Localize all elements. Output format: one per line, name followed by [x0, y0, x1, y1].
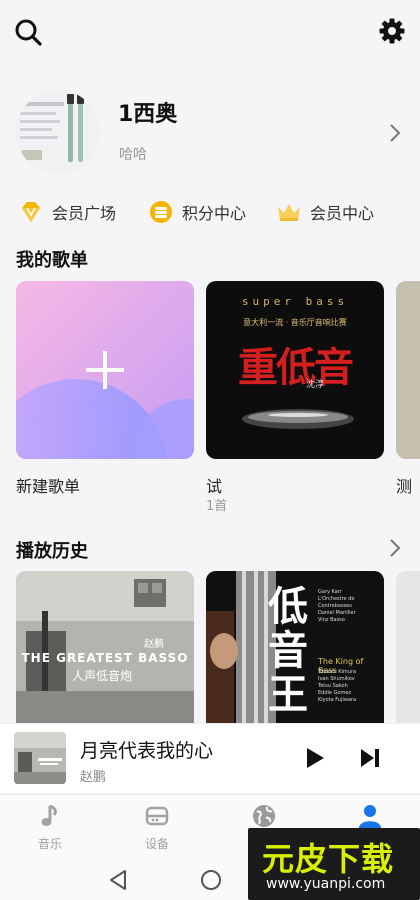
chevron-right-icon[interactable]: [388, 537, 402, 559]
credit-line: Daniel Marillier: [318, 610, 356, 616]
credit-line: Ivan Shumikov: [318, 676, 355, 682]
music-note-icon: [41, 804, 57, 826]
history-cover-artist: 赵鹏: [144, 639, 164, 650]
history-card-partial[interactable]: [396, 571, 420, 723]
quick-link-member-plaza[interactable]: 会员广场: [18, 198, 116, 226]
quick-link-label: 会员广场: [52, 204, 117, 223]
my-playlists-title: 我的歌单: [16, 250, 88, 271]
history-cover-credits: Gary Karr L'Orchestre de Contrebasses Da…: [318, 589, 384, 624]
gear-icon[interactable]: [378, 17, 406, 45]
cover-sub-text: 意大利一流 · 音乐厅音响比赛: [243, 318, 347, 327]
site-watermark: 元皮下载 www.yuanpi.com: [248, 828, 420, 900]
mini-player-cover-art: [14, 732, 66, 784]
new-playlist-card[interactable]: [16, 281, 194, 459]
now-playing-title: 月亮代表我的心: [80, 740, 214, 762]
quick-links: 会员广场 积分中心 会员中心: [0, 196, 420, 228]
back-icon[interactable]: [108, 869, 128, 891]
history-cover-title: 低音王: [268, 583, 308, 718]
username: 1西奥: [118, 102, 178, 127]
cover-title-text: 重低音: [238, 344, 354, 391]
cover-art-shape: [242, 409, 354, 429]
credit-line: L'Orchestre de Contrebasses: [318, 596, 355, 609]
mini-player-cover: [14, 732, 66, 784]
top-bar: [0, 0, 420, 70]
credit-line: Gary Karr: [318, 589, 342, 595]
device-icon: [145, 806, 169, 826]
coin-icon: [150, 201, 172, 223]
now-playing-artist: 赵鹏: [80, 770, 107, 785]
quick-link-member-center[interactable]: 会员中心: [276, 198, 374, 226]
quick-link-label: 积分中心: [182, 204, 247, 223]
tab-label: 设备: [144, 837, 169, 851]
profile-header[interactable]: 1西奥 哈哈: [0, 88, 420, 178]
home-icon[interactable]: [200, 869, 222, 891]
tab-label: 音乐: [37, 837, 62, 851]
skip-next-icon[interactable]: [358, 746, 382, 770]
tab-music[interactable]: 音乐: [20, 803, 80, 853]
history-cover-title: THE GREATEST BASSO: [21, 651, 189, 665]
crown-icon: [278, 204, 300, 221]
user-icon: [359, 805, 381, 828]
mini-player[interactable]: 月亮代表我的心 赵鹏: [0, 723, 420, 793]
history-card-king-of-bass[interactable]: 低音王 Gary Karr L'Orchestre de Contrebasse…: [206, 571, 384, 723]
play-history-title: 播放历史: [16, 541, 88, 562]
tab-device[interactable]: 设备: [127, 803, 187, 853]
credit-line: Vinz Basso: [318, 617, 345, 623]
watermark-logo-text: 元皮下载: [262, 840, 395, 878]
quick-link-label: 会员中心: [310, 204, 375, 223]
history-card-greatest-basso[interactable]: THE GREATEST BASSO 人声低音炮 赵鹏: [16, 571, 194, 723]
playlist-count: 1首: [206, 499, 228, 514]
globe-icon: [253, 805, 275, 827]
playlist-title: 测: [396, 477, 413, 496]
watermark-url: www.yuanpi.com: [266, 876, 386, 892]
playlist-card-partial[interactable]: [396, 281, 420, 459]
playlist-card-shi[interactable]: super bass 意大利一流 · 音乐厅音响比赛 重低音 沈淳: [206, 281, 384, 459]
cover-artist-text: 沈淳: [306, 380, 325, 390]
diamond-icon: [22, 202, 40, 222]
credit-line: Tobashi Kimura: [318, 669, 357, 675]
avatar-image: [16, 90, 100, 174]
plus-icon: [86, 351, 124, 389]
playlist-title: 试: [206, 477, 223, 496]
quick-link-points-center[interactable]: 积分中心: [148, 198, 246, 226]
play-icon[interactable]: [304, 746, 326, 770]
credit-line: Tetsu Sakoh: [318, 683, 348, 689]
cover-top-text: super bass: [241, 295, 349, 308]
chevron-right-icon[interactable]: [388, 122, 402, 144]
credit-line: Kiyota Fujiwara: [318, 697, 357, 703]
user-signature: 哈哈: [119, 147, 147, 163]
search-icon[interactable]: [14, 18, 42, 46]
credit-line: Eddie Gomez: [318, 690, 352, 696]
history-cover-art: [16, 571, 194, 723]
history-cover-sub: 人声低音炮: [72, 669, 133, 683]
avatar[interactable]: [16, 90, 100, 174]
playlist-title: 新建歌单: [16, 477, 81, 496]
history-cover-credits-2: Tobashi Kimura Ivan Shumikov Tetsu Sakoh…: [318, 669, 384, 704]
